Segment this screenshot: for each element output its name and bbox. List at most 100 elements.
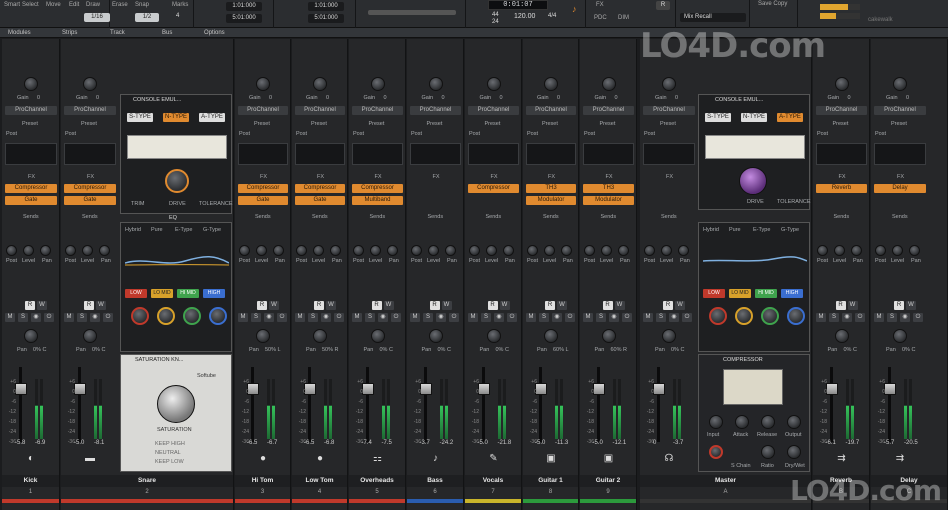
write-automation-button[interactable]: W: [499, 301, 510, 310]
send-knob[interactable]: [99, 245, 110, 256]
gain-knob[interactable]: [313, 77, 327, 91]
mix-recall-dropdown[interactable]: Mix Recall: [680, 13, 746, 22]
n-type-button[interactable]: N-TYPE: [163, 113, 189, 122]
record-arm-button[interactable]: ◉: [321, 313, 331, 322]
master-eq-mode-hybrid[interactable]: Hybrid: [703, 227, 719, 233]
pan-knob[interactable]: [313, 329, 327, 343]
volume-fader[interactable]: [15, 383, 27, 395]
write-automation-button[interactable]: W: [557, 301, 567, 310]
volume-fader[interactable]: [477, 383, 490, 395]
pan-knob[interactable]: [662, 329, 676, 343]
fx-slot[interactable]: Gate: [238, 196, 288, 205]
tool-select[interactable]: Select: [22, 2, 39, 8]
send-knob[interactable]: [23, 245, 34, 256]
post-label[interactable]: Post: [527, 131, 538, 137]
pan-knob[interactable]: [544, 329, 558, 343]
send-knob[interactable]: [296, 245, 307, 256]
band-high[interactable]: HIGH: [203, 289, 225, 298]
mini-eq-display[interactable]: [295, 143, 345, 165]
keep-low-option[interactable]: KEEP LOW: [155, 459, 184, 465]
loop-end[interactable]: 5:01:000: [226, 14, 262, 23]
track-name[interactable]: Overheads: [349, 475, 405, 487]
send-knob[interactable]: [561, 245, 572, 256]
gain-knob[interactable]: [662, 77, 676, 91]
tool-smart[interactable]: Smart: [4, 2, 20, 8]
mute-button[interactable]: M: [816, 313, 826, 322]
metronome-icon[interactable]: ♪: [572, 4, 577, 14]
master-eq-mode-pure[interactable]: Pure: [729, 227, 741, 233]
master-band-lo-mid[interactable]: LO MID: [729, 289, 751, 298]
tool-move[interactable]: Move: [46, 2, 61, 8]
post-label[interactable]: Post: [353, 131, 364, 137]
master-eq-lomid-knob[interactable]: [735, 307, 753, 325]
output-knob[interactable]: [787, 415, 801, 429]
read-automation-button[interactable]: R: [314, 301, 324, 310]
solo-button[interactable]: S: [423, 313, 433, 322]
mute-button[interactable]: M: [468, 313, 478, 322]
pan-knob[interactable]: [83, 329, 97, 343]
pan-knob[interactable]: [428, 329, 443, 343]
master-band-high[interactable]: HIGH: [781, 289, 803, 298]
send-knob[interactable]: [544, 245, 555, 256]
gain-knob[interactable]: [601, 77, 616, 91]
record-arm-button[interactable]: ◉: [90, 313, 100, 322]
mute-button[interactable]: M: [5, 313, 15, 322]
send-knob[interactable]: [909, 245, 920, 256]
read-automation-button[interactable]: R: [371, 301, 382, 310]
send-knob[interactable]: [65, 245, 76, 256]
pan-knob[interactable]: [24, 329, 38, 343]
post-label[interactable]: Post: [6, 131, 17, 137]
record-arm-button[interactable]: ◉: [31, 313, 41, 322]
volume-fader[interactable]: [653, 383, 665, 395]
send-knob[interactable]: [817, 245, 828, 256]
eq-low-knob[interactable]: [131, 307, 149, 325]
time-signature-bottom[interactable]: 24: [492, 19, 499, 25]
mute-button[interactable]: M: [295, 313, 305, 322]
fx-slot[interactable]: Modulator: [583, 196, 634, 205]
loop-start[interactable]: 1:01:000: [226, 2, 262, 11]
input-echo-button[interactable]: ⏻: [44, 313, 54, 322]
post-label[interactable]: Post: [817, 131, 828, 137]
mute-button[interactable]: M: [526, 313, 536, 322]
post-label[interactable]: Post: [239, 131, 250, 137]
dim-toggle[interactable]: DIM: [618, 15, 629, 21]
solo-button[interactable]: S: [77, 313, 87, 322]
ratio-knob[interactable]: [761, 445, 775, 459]
tool-edit[interactable]: Edit: [69, 2, 79, 8]
input-echo-button[interactable]: ⏻: [507, 313, 517, 322]
meter-value[interactable]: 4/4: [548, 13, 556, 19]
read-automation-button[interactable]: R: [25, 301, 35, 310]
menu-modules[interactable]: Modules: [0, 28, 50, 38]
mute-button[interactable]: M: [238, 313, 248, 322]
fx-slot[interactable]: Compressor: [5, 184, 57, 193]
send-knob[interactable]: [661, 245, 672, 256]
send-knob[interactable]: [503, 245, 514, 256]
input-echo-button[interactable]: ⏻: [565, 313, 575, 322]
post-label[interactable]: Post: [875, 131, 886, 137]
time-signature-top[interactable]: 44: [492, 12, 499, 18]
eq-mode-pure[interactable]: Pure: [151, 227, 163, 233]
menu-strips[interactable]: Strips: [54, 28, 104, 38]
volume-fader[interactable]: [884, 383, 896, 395]
solo-button[interactable]: S: [251, 313, 261, 322]
pan-knob[interactable]: [370, 329, 385, 343]
mini-eq-display[interactable]: [583, 143, 634, 165]
record-arm-button[interactable]: ◉: [264, 313, 274, 322]
tool-draw[interactable]: Draw: [86, 2, 100, 8]
send-knob[interactable]: [82, 245, 93, 256]
read-automation-button[interactable]: R: [835, 301, 846, 310]
volume-fader[interactable]: [361, 383, 374, 395]
release-knob[interactable]: [761, 415, 775, 429]
write-automation-button[interactable]: W: [906, 301, 916, 310]
gain-knob[interactable]: [834, 77, 849, 91]
post-label[interactable]: Post: [65, 131, 76, 137]
mini-eq-display[interactable]: [238, 143, 288, 165]
gain-knob[interactable]: [893, 77, 907, 91]
mini-eq-display[interactable]: [526, 143, 576, 165]
eq-himid-knob[interactable]: [183, 307, 201, 325]
send-knob[interactable]: [411, 245, 422, 256]
write-automation-button[interactable]: W: [326, 301, 336, 310]
write-automation-button[interactable]: W: [383, 301, 394, 310]
mini-eq-display[interactable]: [5, 143, 57, 165]
input-echo-button[interactable]: ⏻: [391, 313, 401, 322]
